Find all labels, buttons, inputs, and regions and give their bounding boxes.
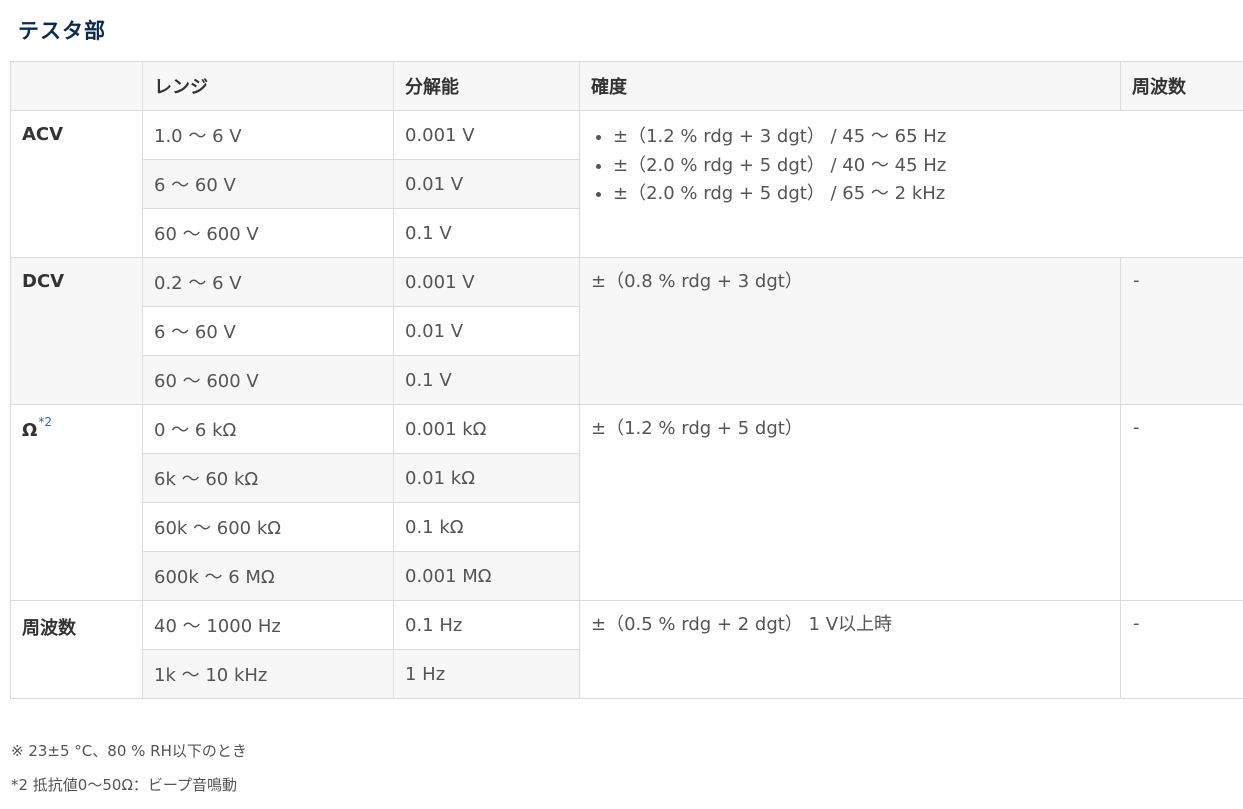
section-title: テスタ部: [18, 19, 106, 43]
range-cell: 1k ～ 10 kHz: [142, 649, 394, 699]
frequency-cell-frequency: -: [1120, 600, 1243, 699]
spec-table: レンジ 分解能 確度 周波数 ACV 1.0 ～ 6 V 0.001 V ±（1…: [10, 61, 1243, 699]
range-cell: 60k ～ 600 kΩ: [142, 502, 394, 552]
range-cell: 60 ～ 600 V: [142, 208, 394, 258]
resolution-cell: 0.01 V: [393, 159, 580, 209]
resolution-cell: 0.001 kΩ: [393, 404, 580, 454]
accuracy-list: ±（1.2 % rdg + 3 dgt） / 45 ～ 65 Hz ±（2.0 …: [591, 123, 1239, 209]
row-label-ohm: Ω*2: [10, 404, 143, 601]
accuracy-text: ±（1.2 % rdg + 5 dgt）: [591, 418, 803, 439]
header-frequency: 周波数: [1120, 61, 1243, 111]
accuracy-cell-dcv: ±（0.8 % rdg + 3 dgt）: [579, 257, 1121, 405]
resolution-cell: 0.001 MΩ: [393, 551, 580, 601]
note-ref-link[interactable]: *2: [38, 415, 52, 429]
range-cell: 6 ～ 60 V: [142, 159, 394, 209]
footnotes: ※ 23±5 °C、80 % RH以下のとき *2 抵抗値0～50Ω：ビープ音鳴…: [11, 740, 247, 808]
footnote-2: *2 抵抗値0～50Ω：ビープ音鳴動: [11, 776, 238, 794]
resolution-cell: 0.1 kΩ: [393, 502, 580, 552]
accuracy-text: ±（0.5 % rdg + 2 dgt） 1 V以上時: [591, 614, 893, 635]
resolution-cell: 0.1 Hz: [393, 600, 580, 650]
accuracy-cell-ohm: ±（1.2 % rdg + 5 dgt）: [579, 404, 1121, 601]
row-label-dcv: DCV: [10, 257, 143, 405]
frequency-cell-ohm: -: [1120, 404, 1243, 601]
list-item: ±（2.0 % rdg + 5 dgt） / 40 ～ 45 Hz: [613, 152, 1239, 181]
resolution-cell: 0.01 V: [393, 306, 580, 356]
list-item: ±（1.2 % rdg + 3 dgt） / 45 ～ 65 Hz: [613, 123, 1239, 152]
range-cell: 6 ～ 60 V: [142, 306, 394, 356]
page: テスタ部 レンジ 分解能 確度 周波数 ACV 1.0 ～ 6 V 0.001 …: [0, 0, 1243, 809]
header-accuracy: 確度: [579, 61, 1121, 111]
table-row: 周波数 40 ～ 1000 Hz 0.1 Hz ±（0.5 % rdg + 2 …: [10, 600, 1243, 699]
table-row: DCV 0.2 ～ 6 V 0.001 V ±（0.8 % rdg + 3 dg…: [10, 257, 1243, 405]
range-cell: 0 ～ 6 kΩ: [142, 404, 394, 454]
row-label-acv: ACV: [10, 110, 143, 258]
row-label-frequency: 周波数: [10, 600, 143, 699]
resolution-cell: 0.001 V: [393, 110, 580, 160]
resolution-cell: 0.1 V: [393, 355, 580, 405]
resolution-cell: 0.01 kΩ: [393, 453, 580, 503]
range-cell: 600k ～ 6 MΩ: [142, 551, 394, 601]
table-row: Ω*2 0 ～ 6 kΩ 0.001 kΩ ±（1.2 % rdg + 5 dg…: [10, 404, 1243, 601]
ohm-label: Ω: [22, 420, 38, 441]
resolution-cell: 0.1 V: [393, 208, 580, 258]
range-cell: 1.0 ～ 6 V: [142, 110, 394, 160]
header-row: レンジ 分解能 確度 周波数: [10, 61, 1243, 111]
accuracy-cell-acv: ±（1.2 % rdg + 3 dgt） / 45 ～ 65 Hz ±（2.0 …: [579, 110, 1243, 258]
header-range: レンジ: [142, 61, 394, 111]
resolution-cell: 1 Hz: [393, 649, 580, 699]
header-resolution: 分解能: [393, 61, 580, 111]
accuracy-text: ±（0.8 % rdg + 3 dgt）: [591, 271, 803, 292]
accuracy-cell-frequency: ±（0.5 % rdg + 2 dgt） 1 V以上時: [579, 600, 1121, 699]
range-cell: 40 ～ 1000 Hz: [142, 600, 394, 650]
header-blank: [10, 61, 143, 111]
range-cell: 60 ～ 600 V: [142, 355, 394, 405]
table-row: ACV 1.0 ～ 6 V 0.001 V ±（1.2 % rdg + 3 dg…: [10, 110, 1243, 258]
frequency-cell-dcv: -: [1120, 257, 1243, 405]
resolution-cell: 0.001 V: [393, 257, 580, 307]
range-cell: 6k ～ 60 kΩ: [142, 453, 394, 503]
footnote-conditions: ※ 23±5 °C、80 % RH以下のとき: [11, 742, 247, 760]
list-item: ±（2.0 % rdg + 5 dgt） / 65 ～ 2 kHz: [613, 180, 1239, 209]
range-cell: 0.2 ～ 6 V: [142, 257, 394, 307]
